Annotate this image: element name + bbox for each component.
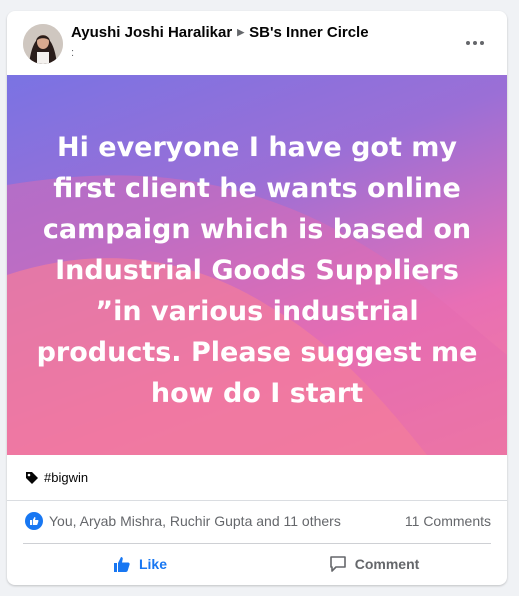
post-header: Ayushi Joshi Haralikar ▶ SB's Inner Circ… xyxy=(7,11,507,75)
more-horizontal-icon xyxy=(466,41,484,45)
like-button[interactable]: Like xyxy=(23,547,257,581)
post-title: Ayushi Joshi Haralikar ▶ SB's Inner Circ… xyxy=(71,24,369,41)
post-card: Ayushi Joshi Haralikar ▶ SB's Inner Circ… xyxy=(7,11,507,585)
post-background-banner: Hi everyone I have got my first client h… xyxy=(7,75,507,455)
comment-label: Comment xyxy=(354,556,420,572)
author-name[interactable]: Ayushi Joshi Haralikar xyxy=(71,24,232,41)
like-label: Like xyxy=(138,556,167,572)
thumbs-up-icon xyxy=(113,557,130,572)
caret-right-icon: ▶ xyxy=(237,27,245,37)
group-name[interactable]: SB's Inner Circle xyxy=(249,24,368,41)
hashtag-link[interactable]: #bigwin xyxy=(44,470,88,485)
post-meta: : xyxy=(71,47,75,59)
thumbs-up-icon xyxy=(25,512,43,530)
avatar[interactable] xyxy=(23,24,63,64)
comments-count-link[interactable]: 11 Comments xyxy=(405,513,491,529)
hashtag-row: #bigwin xyxy=(25,470,88,485)
reaction-names: You, Aryab Mishra, Ruchir Gupta and 11 o… xyxy=(49,513,341,529)
post-body-text: Hi everyone I have got my first client h… xyxy=(36,132,478,409)
comment-bubble-icon xyxy=(329,556,346,572)
tag-icon xyxy=(26,471,38,484)
divider xyxy=(23,543,491,544)
divider xyxy=(7,500,507,501)
more-options-button[interactable] xyxy=(457,31,493,55)
reaction-summary[interactable]: You, Aryab Mishra, Ruchir Gupta and 11 o… xyxy=(25,512,341,530)
comment-button[interactable]: Comment xyxy=(257,547,491,581)
